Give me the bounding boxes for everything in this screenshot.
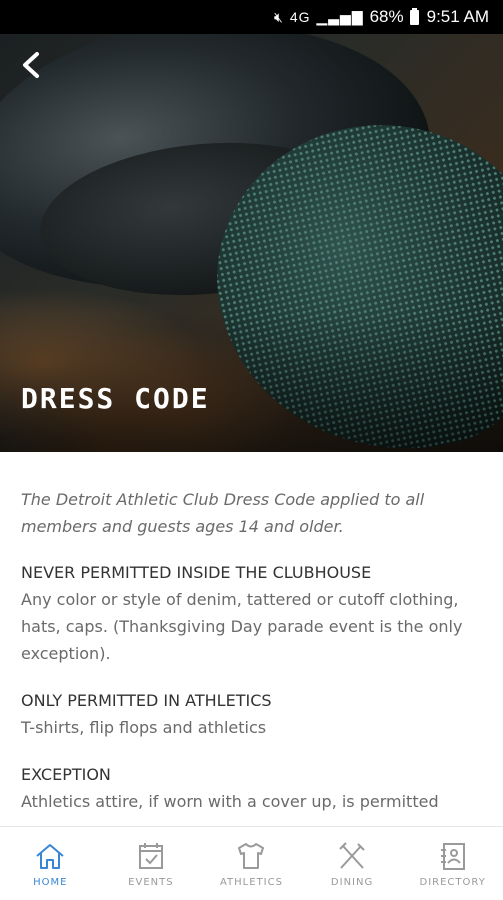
tab-label: DIRECTORY — [419, 877, 486, 888]
tab-home[interactable]: HOME — [0, 827, 101, 900]
section-body: Any color or style of denim, tattered or… — [21, 590, 463, 663]
directory-icon — [440, 843, 465, 870]
chevron-left-icon — [23, 52, 39, 78]
calendar-icon — [138, 843, 163, 869]
section-never-permitted: NEVER PERMITTED INSIDE THE CLUBHOUSE Any… — [21, 559, 491, 667]
status-bar: 🔇︎ 4G ▁▃▅▇ 68% 9:51 AM — [0, 0, 503, 34]
shirt-icon — [238, 843, 265, 869]
tab-label: HOME — [33, 877, 68, 888]
tab-directory[interactable]: DIRECTORY — [402, 827, 503, 900]
clock: 9:51 AM — [426, 7, 489, 26]
bottom-tab-bar: HOME EVENTS ATHLETICS DINING DIRECTORY — [0, 826, 503, 900]
network-type: 4G — [289, 9, 311, 25]
home-icon — [36, 844, 64, 869]
section-exception: EXCEPTION Athletics attire, if worn with… — [21, 761, 491, 815]
section-heading: NEVER PERMITTED INSIDE THE CLUBHOUSE — [21, 563, 372, 582]
page-title: DRESS CODE — [21, 382, 210, 415]
tab-athletics[interactable]: ATHLETICS — [201, 827, 302, 900]
dress-code-content: The Detroit Athletic Club Dress Code app… — [21, 486, 491, 835]
intro-text: The Detroit Athletic Club Dress Code app… — [21, 490, 425, 536]
section-heading: EXCEPTION — [21, 765, 111, 784]
tab-label: DINING — [330, 877, 374, 888]
mute-icon: 🔇︎ — [274, 8, 284, 25]
section-body: Athletics attire, if worn with a cover u… — [21, 792, 439, 811]
section-heading: ONLY PERMITTED IN ATHLETICS — [21, 691, 272, 710]
tab-label: ATHLETICS — [219, 877, 283, 888]
battery-percent: 68% — [369, 7, 404, 26]
utensils-icon — [339, 842, 365, 869]
tab-dining[interactable]: DINING — [302, 827, 403, 900]
tab-events[interactable]: EVENTS — [101, 827, 202, 900]
battery-icon — [409, 7, 419, 25]
back-button[interactable] — [14, 48, 48, 82]
signal-icon: ▁▃▅▇ — [316, 8, 364, 25]
tab-label: EVENTS — [128, 877, 174, 888]
section-only-athletics: ONLY PERMITTED IN ATHLETICS T-shirts, fl… — [21, 687, 491, 741]
section-body: T-shirts, flip flops and athletics — [21, 718, 267, 737]
